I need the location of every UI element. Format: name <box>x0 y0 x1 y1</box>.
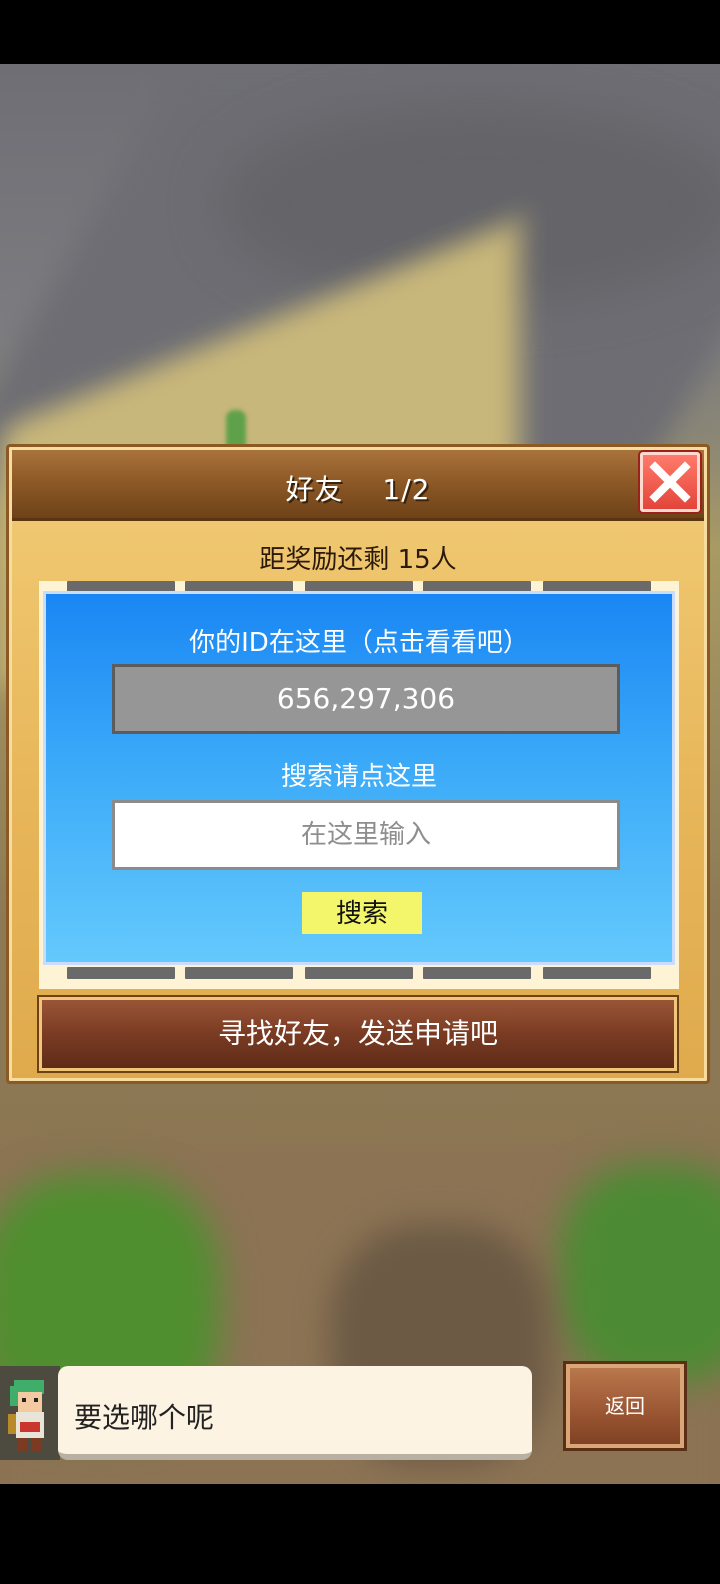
id-search-card: 你的ID在这里（点击看看吧） 656,297,306 搜索请点这里 搜索 <box>43 591 675 965</box>
message-box: 要选哪个呢 <box>58 1366 532 1460</box>
message-text: 要选哪个呢 <box>74 1401 215 1434</box>
reward-progress-text: 距奖励还剩 15人 <box>259 545 457 575</box>
close-button[interactable] <box>640 452 700 512</box>
character-avatar <box>0 1366 60 1460</box>
slot-bar <box>185 967 293 979</box>
back-button[interactable]: 返回 <box>566 1364 684 1448</box>
slot-bar <box>423 967 531 979</box>
player-id-display[interactable]: 656,297,306 <box>112 664 620 734</box>
search-button[interactable]: 搜索 <box>302 892 422 934</box>
close-icon <box>649 461 691 503</box>
background-grass <box>560 1164 720 1384</box>
find-friends-button[interactable]: 寻找好友，发送申请吧 <box>39 997 677 1071</box>
id-card-frame: 你的ID在这里（点击看看吧） 656,297,306 搜索请点这里 搜索 <box>39 581 679 989</box>
id-label: 你的ID在这里（点击看看吧） <box>189 628 529 658</box>
dialog-title: 好友 1/2 <box>285 473 431 506</box>
slot-bar <box>305 967 413 979</box>
slot-bar <box>67 967 175 979</box>
dialog-header: 好友 1/2 <box>12 450 704 521</box>
slot-bar <box>543 967 651 979</box>
friend-dialog: 好友 1/2 距奖励还剩 15人 你的ID在这里（点击看看吧） 656,297,… <box>6 444 710 1084</box>
character-avatar-icon <box>8 1380 44 1452</box>
search-input[interactable] <box>112 800 620 870</box>
search-label: 搜索请点这里 <box>280 762 437 792</box>
